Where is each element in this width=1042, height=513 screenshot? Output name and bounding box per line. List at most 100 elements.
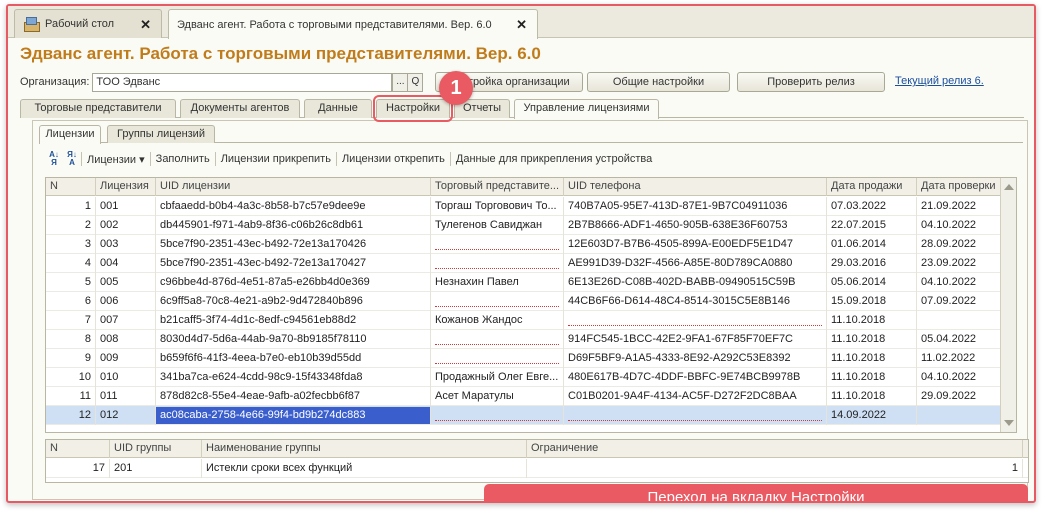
col-header-phone-uid[interactable]: UID телефона [564,178,827,196]
license-group-table[interactable]: N UID группы Наименование группы Огранич… [45,439,1029,483]
cell-phone-uid: 12E603D7-B7B6-4505-899A-E00EDF5E1D47 [564,235,827,254]
col-header-sale-date[interactable]: Дата продажи [827,178,917,196]
window-tab-label: Рабочий стол [45,18,115,30]
table-row[interactable]: 1 001 cbfaaedd-b0b4-4a3c-8b58-b7c57e9dee9e… [46,197,1016,216]
col-header-n[interactable]: N [46,178,96,196]
col-header-license-uid[interactable]: UID лицензии [156,178,431,196]
table-row[interactable]: 8 008 8030d4d7-5d6a-44ab-9a70-8b9185f78110… [46,330,1016,349]
cell-check-date [917,311,1002,330]
col-header-sales-rep[interactable]: Торговый представите... [431,178,564,196]
cell-n: 5 [46,273,96,292]
cell-license-uid: 8030d4d7-5d6a-44ab-9a70-8b9185f78110 [156,330,431,349]
cell-license-uid: 878d82c8-55e4-4eae-9afb-a02fecbb6f87 [156,387,431,406]
tab-sales-reps[interactable]: Торговые представители [20,99,176,118]
sort-asc-icon[interactable]: A↓ Я [45,150,63,168]
cell-n: 1 [46,197,96,216]
cell-check-date: 21.09.2022 [917,197,1002,216]
tab-license-groups[interactable]: Группы лицензий [107,125,215,143]
col-header-limit[interactable]: Ограничение [527,440,1023,458]
tab-agent-documents[interactable]: Документы агентов [180,99,300,118]
cell-license: 005 [96,273,156,292]
scroll-up-icon[interactable] [1004,184,1014,190]
general-settings-button[interactable]: Общие настройки [587,72,730,92]
cell-n: 8 [46,330,96,349]
tab-licenses[interactable]: Лицензии [39,125,101,144]
cell-n: 11 [46,387,96,406]
cell-license-uid: c96bbe4d-876d-4e51-87a5-e26bb4d0e369 [156,273,431,292]
cell-sale-date: 11.10.2018 [827,368,917,387]
cell-sales-rep: Продажный Олег Евге... [431,368,564,387]
cell-sales-rep: Тулегенов Савиджан [431,216,564,235]
scroll-down-icon[interactable] [1004,420,1014,426]
cell-check-date: 28.09.2022 [917,235,1002,254]
chevron-down-icon: ▾ [139,153,145,166]
table-row[interactable]: 7 007 b21caff5-3f74-4d1c-8edf-c94561eb88d2… [46,311,1016,330]
col-header-license[interactable]: Лицензия [96,178,156,196]
fill-button[interactable]: Заполнить [151,153,215,165]
organization-input[interactable]: ТОО Эдванс [92,72,393,92]
close-icon[interactable]: ✕ [516,17,527,33]
col-header-group-name[interactable]: Наименование группы [202,440,527,458]
sort-desc-icon[interactable]: Я↓ A [63,150,81,168]
desktop-icon [23,17,40,32]
cell-n: 2 [46,216,96,235]
cell-phone-uid: 6E13E26D-C08B-402D-BABB-09490515C59B [564,273,827,292]
tab-license-management[interactable]: Управление лицензиями [514,99,659,119]
tab-data[interactable]: Данные [304,99,372,118]
group-table-header: N UID группы Наименование группы Огранич… [46,440,1028,458]
cell-sales-rep: Незнахин Павел [431,273,564,292]
cell-check-date: 05.04.2022 [917,330,1002,349]
cell-n: 3 [46,235,96,254]
cell-sales-rep [431,235,564,254]
cell-phone-uid: 914FC545-1BCC-42E2-9FA1-67F85F70EF7C [564,330,827,349]
cell-n: 6 [46,292,96,311]
select-button[interactable]: ... [392,72,409,92]
col-header-check-date[interactable]: Дата проверки [917,178,1002,196]
cell-sales-rep: Кожанов Жандос [431,311,564,330]
check-release-button[interactable]: Проверить релиз [737,72,885,92]
cell-license: 012 [96,406,156,425]
cell-check-date [917,406,1002,425]
scrollbar[interactable] [1000,178,1016,432]
cell-license-uid: 5bce7f90-2351-43ec-b492-72e13a170427 [156,254,431,273]
table-row[interactable]: 4 004 5bce7f90-2351-43ec-b492-72e13a170427… [46,254,1016,273]
cell-phone-uid: 44CB6F66-D614-48C4-8514-3015C5E8B146 [564,292,827,311]
cell-phone-uid: AE991D39-D32F-4566-A85E-80D789CA0880 [564,254,827,273]
col-header-n[interactable]: N [46,440,110,458]
toolbar: A↓ Я Я↓ A Лицензии ▾ Заполнить Лицензии пр… [45,149,657,169]
cell-license-uid: 6c9ff5a8-70c8-4e21-a9b2-9d472840b896 [156,292,431,311]
current-release-link[interactable]: Текущий релиз 6. [895,75,984,87]
cell-sale-date: 07.03.2022 [827,197,917,216]
detach-licenses-button[interactable]: Лицензии открепить [337,153,450,165]
close-icon[interactable]: ✕ [140,17,151,33]
licenses-menu-button[interactable]: Лицензии ▾ [82,153,150,166]
table-row[interactable]: 12 012 ac08caba-2758-4e66-99f4-bd9b274dc88… [46,406,1016,425]
cell-sale-date: 05.06.2014 [827,273,917,292]
device-data-button[interactable]: Данные для прикрепления устройства [451,153,657,165]
table-row[interactable]: 11 011 878d82c8-55e4-4eae-9afb-a02fecbb6f8… [46,387,1016,406]
cell-license: 001 [96,197,156,216]
cell-license: 003 [96,235,156,254]
cell-license: 007 [96,311,156,330]
cell-sales-rep: Асет Маратулы [431,387,564,406]
table-row[interactable]: 5 005 c96bbe4d-876d-4e51-87a5-e26bb4d0e369… [46,273,1016,292]
attach-licenses-button[interactable]: Лицензии прикрепить [216,153,336,165]
table-row[interactable]: 3 003 5bce7f90-2351-43ec-b492-72e13a170426… [46,235,1016,254]
cell-check-date: 29.09.2022 [917,387,1002,406]
table-row[interactable]: 17 201 Истекли сроки всех функций 1 [46,459,1028,478]
license-table[interactable]: N Лицензия UID лицензии Торговый предста… [45,177,1017,433]
cell-limit: 1 [527,459,1023,478]
window-tab-desktop[interactable]: Рабочий стол ✕ [14,9,162,38]
cell-phone-uid [564,406,827,425]
cell-phone-uid: D69F5BF9-A1A5-4333-8E92-A292C53E8392 [564,349,827,368]
window-tab-agent[interactable]: Эдванс агент. Работа с торговыми предста… [168,9,538,39]
cell-license-uid: 341ba7ca-e624-4cdd-98c9-15f43348fda8 [156,368,431,387]
cell-license: 009 [96,349,156,368]
table-row[interactable]: 10 010 341ba7ca-e624-4cdd-98c9-15f43348fda… [46,368,1016,387]
cell-phone-uid: 740B7A05-95E7-413D-87E1-9B7C04911036 [564,197,827,216]
col-header-group-uid[interactable]: UID группы [110,440,202,458]
table-row[interactable]: 9 009 b659f6f6-41f3-4eea-b7e0-eb10b39d55dd… [46,349,1016,368]
table-row[interactable]: 6 006 6c9ff5a8-70c8-4e21-a9b2-9d472840b896… [46,292,1016,311]
search-icon[interactable]: Q [407,72,424,92]
table-row[interactable]: 2 002 db445901-f971-4ab9-8f36-c06b26c8db61… [46,216,1016,235]
